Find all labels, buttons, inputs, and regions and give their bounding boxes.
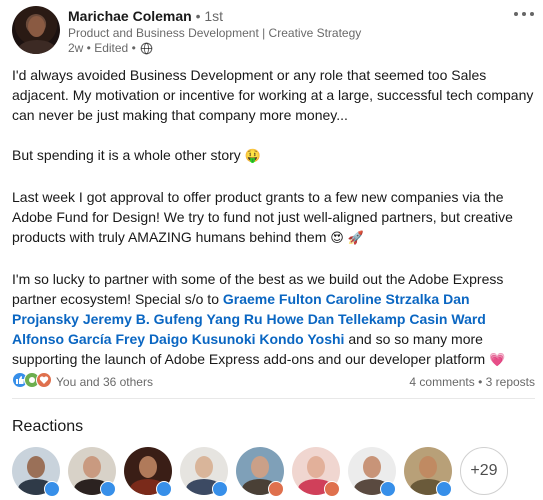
reactors-count-link[interactable]: You and 36 others	[56, 375, 153, 389]
comments-count-link[interactable]: 4 comments	[409, 375, 474, 389]
love-badge-icon	[268, 481, 284, 497]
love-badge-icon	[324, 481, 340, 497]
mention-link[interactable]: Kondo Yoshi	[259, 331, 344, 347]
mention-link[interactable]: Dan Tellekamp	[308, 311, 406, 327]
like-badge-icon	[212, 481, 228, 497]
mention-link[interactable]: Alfonso García Frey	[12, 331, 145, 347]
more-horizontal-icon	[514, 12, 534, 16]
author-name[interactable]: Marichae Coleman	[68, 8, 192, 24]
heart-eyes-emoji: 😍	[330, 231, 344, 246]
mention-link[interactable]: Howe	[266, 311, 303, 327]
more-options-button[interactable]	[512, 6, 536, 22]
post-body: I'd always avoided Business Development …	[12, 65, 534, 391]
post-header: Marichae Coleman • 1st Product and Busin…	[12, 6, 534, 58]
like-badge-icon	[380, 481, 396, 497]
globe-icon	[140, 42, 153, 54]
like-badge-icon	[436, 481, 452, 497]
more-reactors-button[interactable]: +29	[460, 447, 508, 495]
author-avatar[interactable]	[12, 6, 60, 54]
social-counts-bar: You and 36 others 4 comments • 3 reposts	[12, 372, 535, 392]
connection-degree: • 1st	[195, 8, 224, 24]
comments-reposts: 4 comments • 3 reposts	[409, 375, 535, 389]
author-headline: Product and Business Development | Creat…	[68, 26, 362, 40]
like-badge-icon	[44, 481, 60, 497]
post-paragraph: I'm so lucky to partner with some of the…	[12, 271, 506, 368]
divider	[12, 398, 535, 399]
love-reaction-icon	[36, 372, 52, 388]
mention-link[interactable]: Jeremy B. Gufeng	[83, 311, 203, 327]
author-name-line: Marichae Coleman • 1st	[68, 8, 223, 24]
mention-link[interactable]: Casin Ward	[409, 311, 486, 327]
post-meta: 2w • Edited •	[68, 41, 153, 55]
post-paragraph: I'd always avoided Business Development …	[12, 67, 534, 123]
mention-link[interactable]: Daigo Kusunoki	[149, 331, 256, 347]
rocket-emoji: 🚀	[347, 231, 364, 246]
like-badge-icon	[156, 481, 172, 497]
post-time-edited: 2w • Edited •	[68, 41, 136, 55]
reactions-section-title: Reactions	[12, 418, 84, 435]
post-paragraph: Last week I got approval to offer produc…	[12, 189, 513, 246]
like-badge-icon	[100, 481, 116, 497]
heart-emoji: 💗	[489, 353, 506, 368]
reposts-count-link[interactable]: 3 reposts	[486, 375, 535, 389]
mention-link[interactable]: Graeme Fulton	[223, 291, 322, 307]
post-paragraph: But spending it is a whole other story 🤑	[12, 147, 261, 164]
mention-link[interactable]: Yang Ru	[207, 311, 263, 327]
reaction-icons[interactable]	[12, 372, 52, 388]
money-face-emoji: 🤑	[244, 149, 261, 164]
separator-dot: •	[478, 375, 483, 389]
mention-link[interactable]: Caroline Strzalka	[326, 291, 440, 307]
